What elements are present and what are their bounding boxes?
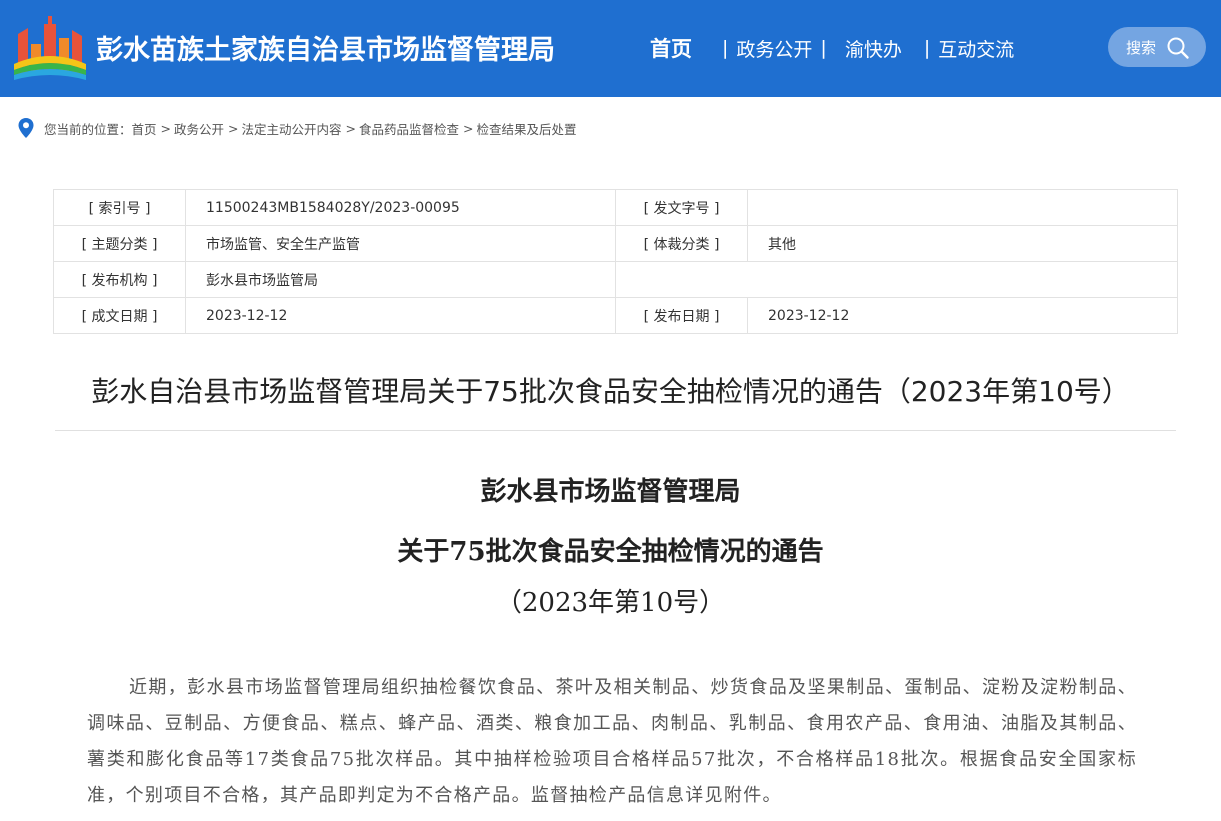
breadcrumb-separator: > [228,120,239,136]
article-paragraph: 近期，彭水县市场监督管理局组织抽检餐饮食品、茶叶及相关制品、炒货食品及坚果制品、… [87,677,1137,806]
publisher-value: 彭水县市场监管局 [185,261,616,298]
breadcrumb-separator: > [345,120,357,136]
nav-separator: | [820,37,827,59]
breadcrumb-separator: > [463,120,474,136]
genre-label: [ 体裁分类 ] [615,225,748,262]
document-heading-subject: 关于75批次食品安全抽检情况的通告 [397,537,824,567]
published-date-label: [ 发布日期 ] [615,297,748,334]
main-nav: 首页 | 政务公开 | 渝快办 | 互动交流 [650,33,1014,63]
created-date-label: [ 成文日期 ] [53,297,186,334]
search-button[interactable]: 搜索 [1108,27,1206,67]
nav-separator: | [722,37,729,59]
nav-interaction[interactable]: 互动交流 [938,35,1014,62]
location-pin-icon [18,118,34,138]
title-divider [55,430,1176,431]
document-info-table: [ 索引号 ] 11500243MB1584028Y/2023-00095 [ … [53,189,1178,334]
breadcrumb-prefix: 您当前的位置： [44,121,132,137]
breadcrumb-item-gov-open[interactable]: 政务公开 [174,119,224,138]
doc-number-value [747,189,1178,226]
county-logo-icon[interactable] [14,14,86,80]
table-row: [ 主题分类 ] 市场监管、安全生产监管 [ 体裁分类 ] 其他 [53,225,1178,262]
index-value: 11500243MB1584028Y/2023-00095 [185,189,616,226]
breadcrumb-item-results[interactable]: 检查结果及后处置 [477,119,577,138]
search-icon [1167,37,1189,59]
breadcrumb-item-statutory[interactable]: 法定主动公开内容 [242,119,342,138]
index-label: [ 索引号 ] [53,189,186,226]
article-title: 彭水自治县市场监督管理局关于75批次食品安全抽检情况的通告（2023年第10号） [91,375,1130,408]
search-label: 搜索 [1126,38,1157,57]
breadcrumb: 您当前的位置： 首页 > 政务公开 > 法定主动公开内容 > 食品药品监督检查 … [18,117,577,139]
table-row: [ 发布机构 ] 彭水县市场监管局 [53,261,1178,298]
nav-home[interactable]: 首页 [650,33,692,63]
empty-cell [615,261,1178,298]
doc-number-label: [ 发文字号 ] [615,189,748,226]
nav-separator: | [923,37,931,59]
site-title[interactable]: 彭水苗族土家族自治县市场监督管理局 [96,28,555,67]
published-date-value: 2023-12-12 [747,297,1178,334]
table-row: [ 索引号 ] 11500243MB1584028Y/2023-00095 [ … [53,189,1178,226]
publisher-label: [ 发布机构 ] [53,261,186,298]
nav-yukuaiban[interactable]: 渝快办 [845,35,902,62]
breadcrumb-item-home[interactable]: 首页 [132,119,157,138]
document-heading-number: （2023年第10号） [495,588,726,618]
breadcrumb-separator: > [160,120,172,136]
genre-value: 其他 [747,225,1178,262]
document-heading-agency: 彭水县市场监督管理局 [480,477,741,507]
breadcrumb-item-food-drug[interactable]: 食品药品监督检查 [359,119,459,138]
nav-gov-open[interactable]: 政务公开 [736,35,812,62]
topic-value: 市场监管、安全生产监管 [185,225,616,262]
topic-label: [ 主题分类 ] [53,225,186,262]
site-header: 彭水苗族土家族自治县市场监督管理局 首页 | 政务公开 | 渝快办 | 互动交流… [0,0,1221,97]
created-date-value: 2023-12-12 [185,297,616,334]
table-row: [ 成文日期 ] 2023-12-12 [ 发布日期 ] 2023-12-12 [53,297,1178,334]
